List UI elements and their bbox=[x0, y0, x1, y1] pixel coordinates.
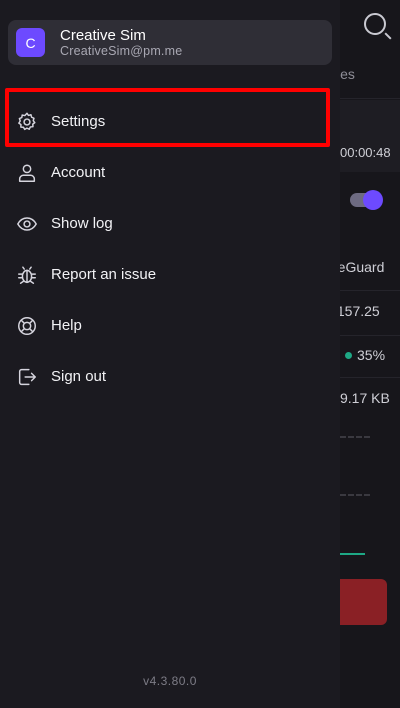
menu-item-sign-out[interactable]: Sign out bbox=[0, 351, 340, 402]
app-version: v4.3.80.0 bbox=[143, 674, 197, 688]
menu-item-report-issue[interactable]: Report an issue bbox=[0, 249, 340, 300]
background-protocol: reGuard bbox=[333, 259, 385, 275]
menu-item-help[interactable]: Help bbox=[0, 300, 340, 351]
divider bbox=[340, 98, 400, 99]
menu-item-label: Sign out bbox=[51, 368, 107, 385]
user-icon bbox=[16, 162, 38, 184]
menu-item-label: Show log bbox=[51, 215, 113, 232]
menu-item-label: Account bbox=[51, 164, 106, 181]
menu-item-label: Report an issue bbox=[51, 266, 157, 283]
divider bbox=[340, 290, 400, 291]
background-load: 35% bbox=[339, 347, 385, 363]
menu-item-account[interactable]: Account bbox=[0, 147, 340, 198]
navigation-drawer: C Creative Sim CreativeSim@pm.me Setting… bbox=[0, 0, 340, 708]
account-name: Creative Sim bbox=[60, 27, 146, 44]
background-data: 9.17 KB bbox=[340, 390, 390, 406]
status-dot bbox=[345, 352, 352, 359]
menu-item-show-log[interactable]: Show log bbox=[0, 198, 340, 249]
divider bbox=[340, 377, 400, 378]
lifebuoy-icon bbox=[16, 315, 38, 337]
background-timer: 00:00:48 bbox=[340, 145, 391, 160]
sign-out-icon bbox=[16, 366, 38, 388]
menu-item-label: Help bbox=[51, 317, 82, 334]
account-email: CreativeSim@pm.me bbox=[60, 44, 183, 58]
divider bbox=[340, 335, 400, 336]
graph-line bbox=[340, 553, 365, 555]
graph-gridline bbox=[340, 436, 370, 438]
background-status-band bbox=[340, 100, 400, 172]
avatar: C bbox=[16, 28, 45, 57]
search-icon[interactable] bbox=[364, 13, 386, 35]
background-ip: .157.25 bbox=[333, 303, 380, 319]
bug-icon bbox=[16, 264, 38, 286]
settings-highlight-box bbox=[5, 88, 330, 147]
account-card[interactable]: C Creative Sim CreativeSim@pm.me bbox=[8, 20, 332, 65]
eye-icon bbox=[16, 213, 38, 235]
background-load-value: 35% bbox=[357, 347, 386, 363]
background-toggle[interactable] bbox=[350, 190, 383, 210]
graph-gridline bbox=[340, 494, 370, 496]
